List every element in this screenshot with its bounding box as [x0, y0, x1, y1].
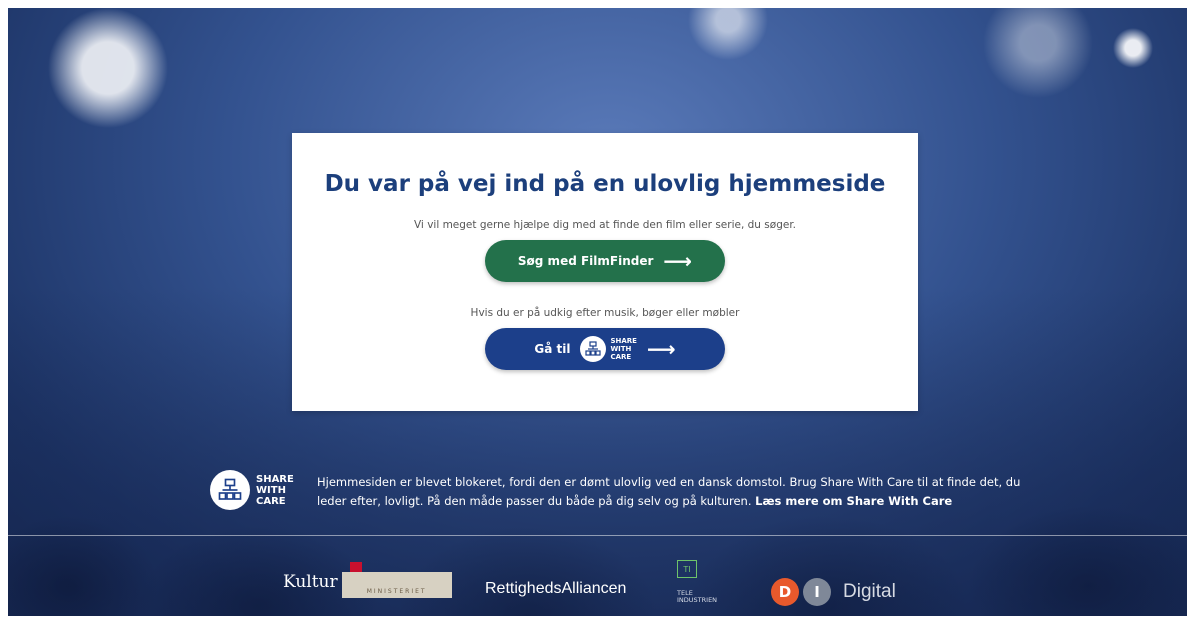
di-digital-logo[interactable]: D I Digital [771, 578, 896, 606]
filmfinder-button-label: Søg med FilmFinder [517, 254, 654, 268]
partner-logos: Kultur MINISTERIET RettighedsAlliancen T… [0, 560, 1195, 616]
share-with-care-footer-logo: SHARE WITH CARE [210, 470, 294, 510]
blocked-notice-card: Du var på vej ind på en ulovlig hjemmesi… [292, 133, 918, 411]
card-subtitle: Vi vil meget gerne hjælpe dig med at fin… [413, 219, 797, 231]
share-button-label: Gå til [534, 342, 571, 356]
page-title: Du var på vej ind på en ulovlig hjemmesi… [324, 171, 886, 197]
share-with-care-button[interactable]: Gå til SHARE WITH CARE ⟶ [485, 328, 725, 370]
share-with-care-logo: SHARE WITH CARE [580, 336, 637, 362]
network-tree-icon [580, 336, 607, 362]
alternative-text: Hvis du er på udkig efter musik, bøger e… [470, 307, 740, 319]
footer-divider [8, 535, 1187, 536]
share-with-care-footer-wordmark: SHARE WITH CARE [256, 473, 294, 507]
right-arrow-icon: ⟶ [663, 249, 693, 273]
filmfinder-button[interactable]: Søg med FilmFinder ⟶ [485, 240, 725, 282]
network-tree-icon [210, 470, 250, 510]
rettighedsalliancen-logo[interactable]: RettighedsAlliancen [485, 580, 626, 598]
share-with-care-wordmark: SHARE WITH CARE [610, 337, 637, 361]
ti-text-line-2: INDUSTRIEN [677, 596, 718, 604]
di-i-circle: I [803, 578, 831, 606]
kultur-plaque: MINISTERIET [341, 562, 452, 598]
teleindustrien-logo[interactable]: TI TELE INDUSTRIEN [677, 560, 717, 604]
ti-badge: TI [677, 560, 697, 578]
kulturministeriet-logo[interactable]: Kultur MINISTERIET [283, 562, 452, 598]
di-digital-label: Digital [843, 581, 896, 602]
blocked-info-text: Hjemmesiden er blevet blokeret, fordi de… [317, 473, 1037, 511]
read-more-link[interactable]: Læs mere om Share With Care [755, 494, 952, 508]
di-d-circle: D [771, 578, 799, 606]
right-arrow-icon: ⟶ [646, 337, 676, 361]
crown-icon [349, 562, 362, 572]
kultur-script-text: Kultur [283, 572, 338, 592]
